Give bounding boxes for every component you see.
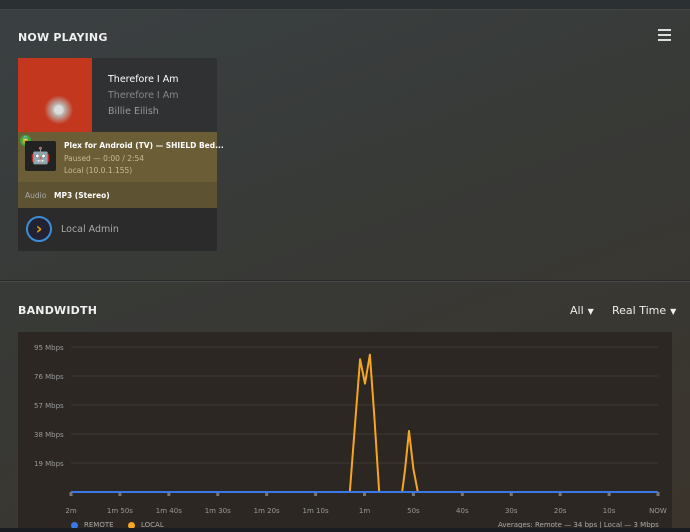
- x-tick-label: 2m: [65, 507, 76, 515]
- x-tick-label: 40s: [456, 507, 469, 515]
- x-tick-label: 10s: [603, 507, 616, 515]
- x-tick-label: 1m 50s: [107, 507, 133, 515]
- series-line-local: [71, 353, 658, 493]
- x-tick-label: 1m 30s: [205, 507, 231, 515]
- bottom-bar: [0, 528, 690, 532]
- x-tick-label: 20s: [554, 507, 567, 515]
- x-tick-label: 50s: [407, 507, 420, 515]
- y-tick-label: 19 Mbps: [34, 460, 64, 468]
- x-tick-label: NOW: [649, 507, 667, 515]
- x-tick-label: 1m: [359, 507, 370, 515]
- y-tick-label: 95 Mbps: [34, 344, 64, 352]
- y-tick-label: 57 Mbps: [34, 402, 64, 410]
- bandwidth-chart: 19 Mbps 38 Mbps 57 Mbps 76 Mbps 95 Mbps 2m 1m …: [34, 344, 667, 515]
- y-tick-label: 38 Mbps: [34, 431, 64, 439]
- x-tick-label: 1m 20s: [254, 507, 280, 515]
- y-tick-label: 76 Mbps: [34, 373, 64, 381]
- x-tick-label: 1m 40s: [156, 507, 182, 515]
- x-tick-label: 30s: [505, 507, 518, 515]
- x-tick-label: 1m 10s: [303, 507, 329, 515]
